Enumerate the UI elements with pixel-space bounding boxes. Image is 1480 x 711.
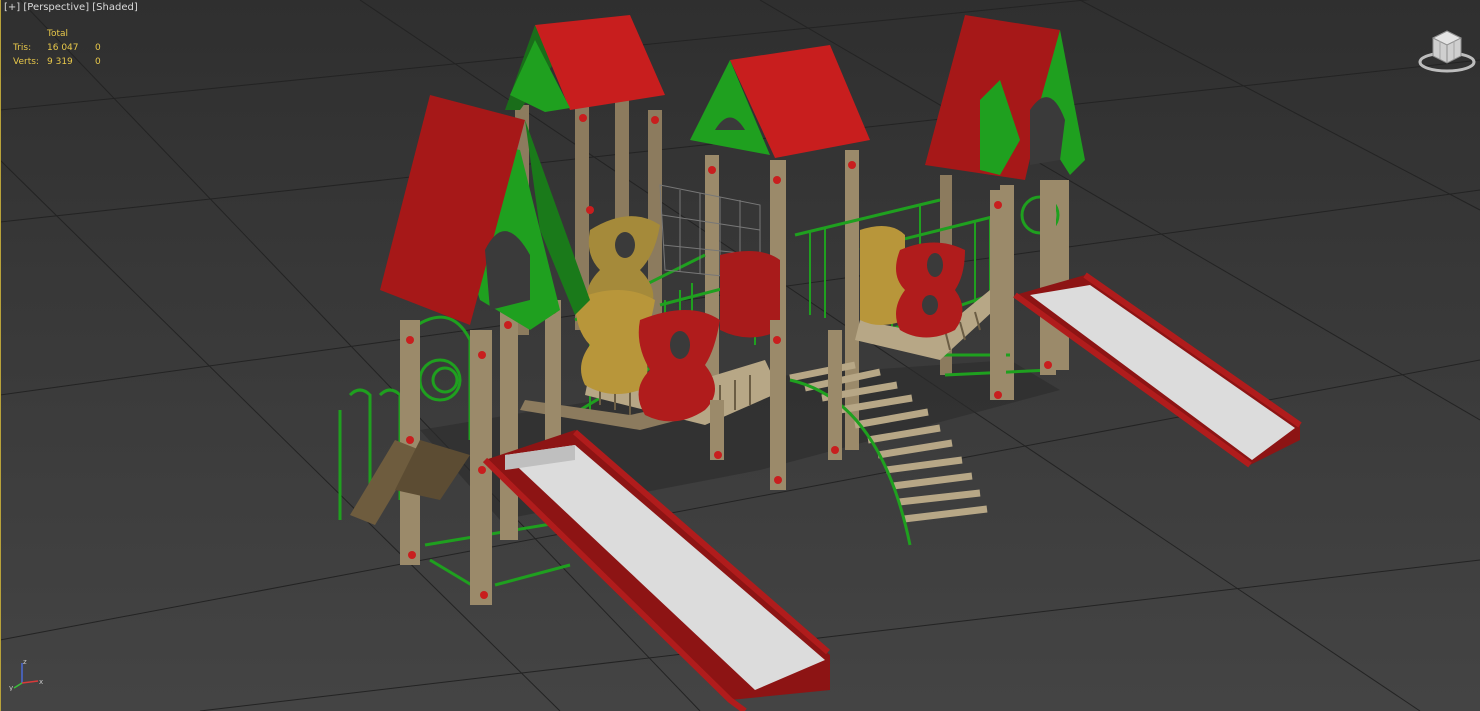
axis-tripod-icon: z x y bbox=[9, 658, 43, 691]
axis-y-label: y bbox=[9, 684, 13, 691]
viewcube-icon[interactable] bbox=[1418, 26, 1476, 76]
stats-label: Verts: bbox=[13, 57, 39, 67]
stats-selected: 0 bbox=[95, 57, 101, 67]
viewport-shading-mode[interactable]: [Shaded] bbox=[92, 2, 137, 13]
roof-right bbox=[925, 15, 1085, 180]
axis-x-label: x bbox=[39, 678, 43, 686]
stats-header-total: Total bbox=[47, 29, 69, 39]
stats-total: 9 319 bbox=[47, 57, 73, 67]
statistics-overlay: Total Tris: 16 047 0 Verts: 9 319 0 bbox=[13, 27, 115, 69]
stats-header-row: Total bbox=[13, 27, 115, 41]
roof-rear-left bbox=[505, 15, 665, 112]
axis-z-label: z bbox=[23, 658, 27, 666]
roof-rear-middle bbox=[690, 45, 870, 158]
viewport-menu-plus[interactable]: [+] bbox=[4, 2, 20, 13]
scene-3d-playground[interactable] bbox=[0, 0, 1480, 711]
stats-row-tris: Tris: 16 047 0 bbox=[13, 41, 115, 55]
viewport-view-name[interactable]: [Perspective] bbox=[23, 2, 89, 13]
stats-selected: 0 bbox=[95, 43, 101, 53]
viewport-perspective[interactable]: [+] [Perspective] [Shaded] Total Tris: 1… bbox=[0, 0, 1480, 711]
stats-total: 16 047 bbox=[47, 43, 79, 53]
viewport-label: [+] [Perspective] [Shaded] bbox=[4, 2, 138, 13]
stats-row-verts: Verts: 9 319 0 bbox=[13, 55, 115, 69]
active-viewport-border bbox=[0, 0, 1, 711]
stats-label: Tris: bbox=[13, 43, 32, 53]
roof-front-left bbox=[380, 95, 590, 330]
